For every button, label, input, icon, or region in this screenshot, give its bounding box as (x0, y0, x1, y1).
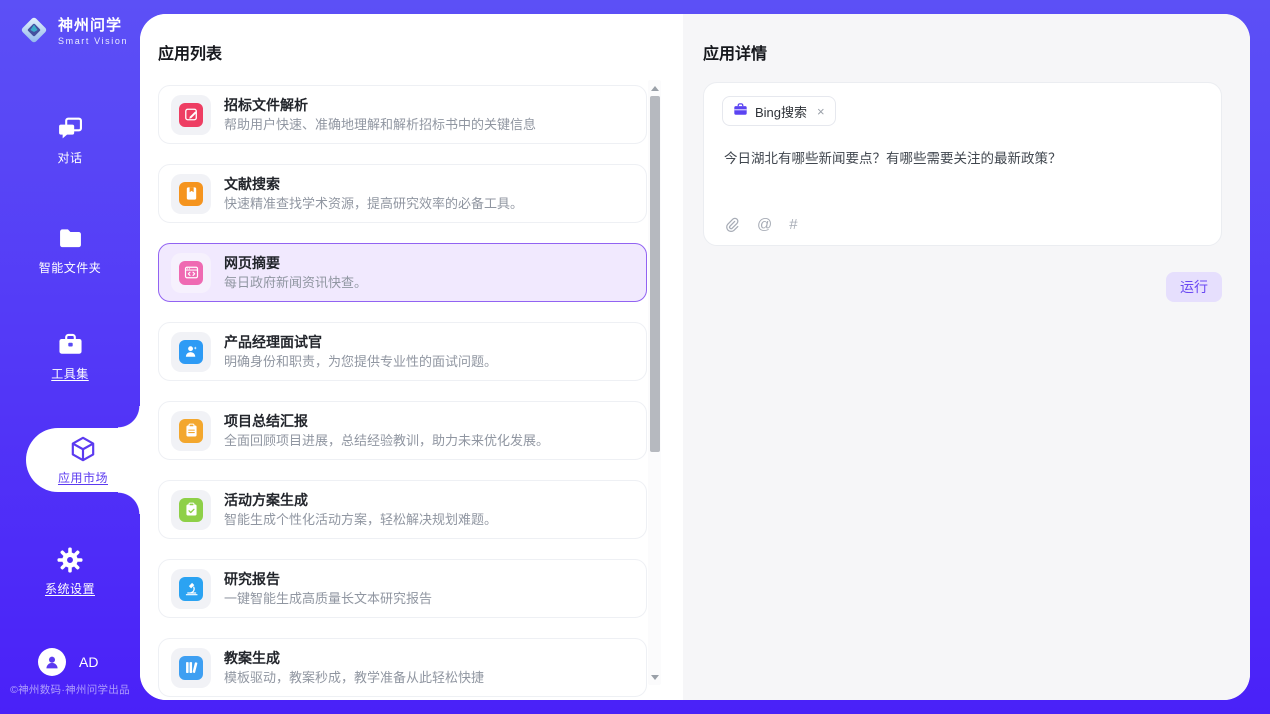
sidebar-item-chat[interactable]: 对话 (0, 112, 140, 168)
at-icon[interactable]: @ (757, 216, 772, 233)
paperclip-icon[interactable] (724, 217, 740, 233)
app-logo: 神州问学 Smart Vision (17, 13, 128, 52)
toolbox-icon (57, 331, 84, 359)
app-item-desc: 一键智能生成高质量长文本研究报告 (224, 590, 432, 607)
app-item-desc: 快速精准查找学术资源，提高研究效率的必备工具。 (224, 195, 523, 212)
app-list-item[interactable]: 项目总结汇报 全面回顾项目进展，总结经验教训，助力未来优化发展。 (158, 401, 647, 460)
app-item-desc: 模板驱动，教案秒成，教学准备从此轻松快捷 (224, 669, 484, 686)
chat-icon (57, 115, 84, 143)
sidebar: 神州问学 Smart Vision 对话 智能文件夹 工具集 应用市场 系统设置… (0, 0, 140, 714)
app-item-title: 研究报告 (224, 570, 432, 588)
app-list-item[interactable]: 活动方案生成 智能生成个性化活动方案，轻松解决规划难题。 (158, 480, 647, 539)
scroll-up-arrow-icon[interactable] (648, 81, 661, 95)
tool-tag-bing[interactable]: Bing搜索 × (722, 96, 836, 126)
app-list-item[interactable]: 研究报告 一键智能生成高质量长文本研究报告 (158, 559, 647, 618)
main-content: 应用列表 招标文件解析 帮助用户快速、准确地理解和解析招标书中的关键信息 文献搜… (140, 14, 1250, 700)
gear-icon (57, 546, 83, 574)
sidebar-item-label: 工具集 (51, 365, 89, 382)
hash-icon[interactable]: # (789, 216, 797, 233)
sidebar-item-label: 对话 (57, 149, 82, 166)
tool-tag-close-icon[interactable]: × (817, 104, 825, 119)
sidebar-item-settings[interactable]: 系统设置 (0, 543, 140, 599)
browser-code-icon (179, 261, 203, 285)
app-item-desc: 帮助用户快速、准确地理解和解析招标书中的关键信息 (224, 116, 536, 133)
app-list-panel: 应用列表 招标文件解析 帮助用户快速、准确地理解和解析招标书中的关键信息 文献搜… (140, 14, 683, 700)
cube-icon (69, 435, 97, 463)
app-item-desc: 每日政府新闻资讯快查。 (224, 274, 367, 291)
book-icon (179, 182, 203, 206)
app-list: 招标文件解析 帮助用户快速、准确地理解和解析招标书中的关键信息 文献搜索 快速精… (158, 85, 647, 700)
app-item-desc: 明确身份和职责，为您提供专业性的面试问题。 (224, 353, 497, 370)
clipboard-check-icon (179, 498, 203, 522)
app-list-item[interactable]: 文献搜索 快速精准查找学术资源，提高研究效率的必备工具。 (158, 164, 647, 223)
brand-name: 神州问学 (58, 18, 128, 35)
sidebar-footer: ©神州数码·神州问学出品 (0, 682, 140, 697)
app-item-desc: 全面回顾项目进展，总结经验教训，助力未来优化发展。 (224, 432, 549, 449)
app-list-item[interactable]: 招标文件解析 帮助用户快速、准确地理解和解析招标书中的关键信息 (158, 85, 647, 144)
scrollbar[interactable] (648, 80, 661, 685)
sidebar-item-label: 智能文件夹 (39, 259, 102, 276)
app-item-title: 活动方案生成 (224, 491, 497, 509)
scroll-down-arrow-icon[interactable] (648, 670, 661, 684)
pencil-square-icon (179, 103, 203, 127)
brand-tagline: Smart Vision (58, 37, 128, 47)
app-item-title: 教案生成 (224, 649, 484, 667)
app-detail-title: 应用详情 (703, 40, 767, 64)
microscope-icon (179, 577, 203, 601)
app-item-title: 文献搜索 (224, 175, 523, 193)
sidebar-item-toolset[interactable]: 工具集 (0, 328, 140, 384)
app-item-title: 网页摘要 (224, 254, 367, 272)
user-row[interactable]: AD (38, 648, 98, 676)
run-button[interactable]: 运行 (1166, 272, 1222, 302)
brand-diamond-icon (17, 13, 51, 52)
composer-toolbar: @ # (724, 216, 798, 233)
sidebar-item-label: 应用市场 (58, 469, 108, 486)
books-icon (179, 656, 203, 680)
tool-tag-label: Bing搜索 (755, 102, 807, 121)
app-detail-panel: 应用详情 Bing搜索 × 今日湖北有哪些新闻要点？有哪些需要关注的最新政策？ … (683, 14, 1250, 700)
app-list-item[interactable]: 网页摘要 每日政府新闻资讯快查。 (158, 243, 647, 302)
app-item-title: 招标文件解析 (224, 96, 536, 114)
sidebar-item-label: 系统设置 (45, 580, 95, 597)
user-initials: AD (79, 654, 98, 670)
clipboard-icon (179, 419, 203, 443)
avatar[interactable] (38, 648, 66, 676)
sidebar-item-smart-folder[interactable]: 智能文件夹 (0, 222, 140, 278)
sidebar-nav: 对话 智能文件夹 工具集 应用市场 系统设置 (0, 104, 140, 599)
query-text[interactable]: 今日湖北有哪些新闻要点？有哪些需要关注的最新政策？ (724, 149, 1197, 169)
app-item-desc: 智能生成个性化活动方案，轻松解决规划难题。 (224, 511, 497, 528)
sidebar-item-app-market[interactable]: 应用市场 (26, 428, 140, 492)
app-item-title: 产品经理面试官 (224, 333, 497, 351)
briefcase-icon (733, 102, 748, 120)
app-list-title: 应用列表 (158, 40, 222, 64)
folder-icon (57, 225, 84, 253)
interviewer-icon (179, 340, 203, 364)
app-item-title: 项目总结汇报 (224, 412, 549, 430)
app-list-item[interactable]: 产品经理面试官 明确身份和职责，为您提供专业性的面试问题。 (158, 322, 647, 381)
scrollbar-thumb[interactable] (650, 96, 660, 452)
app-list-item[interactable]: 教案生成 模板驱动，教案秒成，教学准备从此轻松快捷 (158, 638, 647, 697)
prompt-card: Bing搜索 × 今日湖北有哪些新闻要点？有哪些需要关注的最新政策？ @ # (703, 82, 1222, 246)
